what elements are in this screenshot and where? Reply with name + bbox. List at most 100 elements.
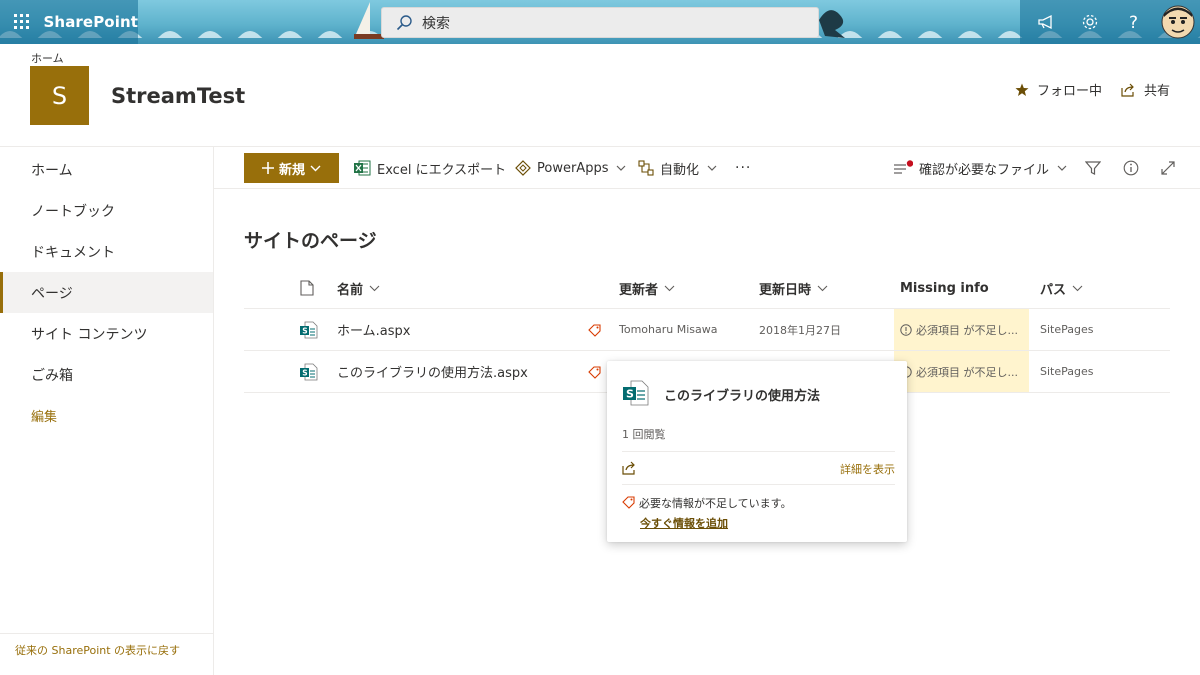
hover-card-details-link[interactable]: 詳細を表示 (840, 461, 895, 477)
filter-button[interactable] (1085, 147, 1107, 189)
column-header-name-label: 名前 (337, 282, 364, 298)
hover-card-view-count: 1 回閲覧 (622, 428, 666, 441)
add-info-now-link[interactable]: 今すぐ情報を追加 (640, 515, 728, 531)
automate-button[interactable]: 自動化 (638, 147, 717, 189)
nav-edit-link[interactable]: 編集 (0, 395, 213, 436)
column-header-path-label: パス (1040, 282, 1067, 298)
sitepage-file-icon: S (623, 380, 649, 406)
missing-info-cell[interactable]: 必須項目 が不足し... (894, 309, 1029, 350)
hover-card-divider (622, 484, 895, 485)
hover-card-divider (622, 451, 895, 452)
waffle-icon (13, 14, 29, 29)
nav-item-notebook[interactable]: ノートブック (0, 190, 213, 231)
column-header-modified[interactable]: 更新日時 (759, 268, 828, 308)
nav-edit-label: 編集 (31, 410, 58, 425)
fullscreen-button[interactable] (1160, 147, 1182, 189)
library-heading: サイトのページ (244, 230, 377, 252)
modified-by-cell[interactable]: Tomoharu Misawa (619, 309, 717, 350)
missing-info-text: 必須項目 が不足し... (916, 365, 1018, 379)
svg-text:?: ? (1129, 13, 1138, 31)
file-type-cell: S (300, 351, 318, 392)
excel-icon (354, 160, 371, 176)
nav-item-label: サイト コンテンツ (31, 326, 148, 343)
site-title[interactable]: StreamTest (111, 84, 245, 108)
megaphone-icon (1038, 14, 1052, 30)
document-icon (300, 280, 314, 296)
share-button[interactable]: 共有 (1121, 80, 1170, 99)
tag-warning-icon (622, 496, 635, 509)
app-launcher-button[interactable] (0, 0, 44, 44)
view-options-icon (894, 160, 913, 174)
follow-button[interactable]: フォロー中 (1015, 80, 1102, 99)
nav-item-home[interactable]: ホーム (0, 149, 213, 190)
sharepoint-brand-link[interactable]: SharePoint (44, 13, 138, 31)
avatar-face-icon (1161, 5, 1195, 39)
path-cell: SitePages (1040, 323, 1094, 336)
star-filled-icon (1015, 83, 1029, 96)
missing-info-indicator[interactable] (588, 309, 602, 350)
breadcrumb-home[interactable]: ホーム (31, 50, 64, 66)
share-icon (1121, 83, 1134, 97)
powerapps-button[interactable]: PowerApps (515, 147, 626, 189)
path-cell: SitePages (1040, 365, 1094, 378)
svg-text:S: S (302, 368, 307, 377)
search-box[interactable]: 検索 (381, 7, 819, 38)
more-commands-button[interactable]: ··· (735, 147, 751, 189)
flow-icon (638, 160, 654, 176)
account-avatar[interactable] (1156, 0, 1200, 44)
file-hover-card: S このライブラリの使用方法 1 回閲覧 詳細を表示 必要な情報が不足しています… (607, 361, 907, 542)
suite-actions: ? (1020, 0, 1200, 44)
modified-date-cell: 2018年1月27日 (759, 323, 841, 337)
table-row[interactable]: S ホーム.aspx Tomoharu Misawa 2018年1月27日 必須… (244, 309, 1170, 351)
site-logo[interactable]: S (30, 66, 89, 125)
share-icon[interactable] (622, 461, 637, 475)
powerapps-icon (515, 160, 531, 176)
column-header-name[interactable]: 名前 (337, 268, 380, 308)
view-selector-label: 確認が必要なファイル (919, 162, 1050, 178)
new-button[interactable]: 新規 (244, 153, 339, 183)
chevron-down-icon (310, 165, 321, 171)
column-header-missing-info-label: Missing info (900, 280, 989, 296)
nav-divider (0, 633, 213, 634)
view-selector[interactable]: 確認が必要なファイル (893, 147, 1067, 189)
help-icon: ? (1129, 13, 1138, 31)
follow-label: フォロー中 (1037, 84, 1103, 99)
export-excel-button[interactable]: Excel にエクスポート (354, 147, 506, 189)
missing-info-indicator[interactable] (588, 351, 602, 392)
column-header-missing-info[interactable]: Missing info (900, 268, 989, 308)
hover-card-missing-message: 必要な情報が不足しています。 (639, 497, 792, 510)
share-label: 共有 (1144, 84, 1171, 99)
sitepage-file-icon: S (300, 321, 318, 338)
classic-view-link[interactable]: 従来の SharePoint の表示に戻す (15, 642, 180, 658)
sitepage-file-icon: S (300, 363, 318, 380)
feedback-button[interactable] (1024, 0, 1068, 44)
help-button[interactable]: ? (1112, 0, 1156, 44)
info-icon (1123, 160, 1139, 176)
chevron-down-icon (817, 285, 828, 291)
nav-item-label: ノートブック (31, 203, 115, 220)
settings-button[interactable] (1068, 0, 1112, 44)
chevron-down-icon (369, 285, 380, 291)
column-header-modified-label: 更新日時 (759, 282, 812, 298)
column-header-file-type[interactable] (300, 268, 314, 308)
nav-item-pages[interactable]: ページ (0, 272, 213, 313)
nav-item-recycle-bin[interactable]: ごみ箱 (0, 354, 213, 395)
column-header-path[interactable]: パス (1040, 268, 1083, 308)
chevron-down-icon (617, 165, 626, 171)
chevron-down-icon (664, 285, 675, 291)
info-pane-button[interactable] (1123, 147, 1145, 189)
missing-info-cell[interactable]: 必須項目 が不足し... (894, 351, 1029, 392)
nav-item-site-contents[interactable]: サイト コンテンツ (0, 313, 213, 354)
nav-item-documents[interactable]: ドキュメント (0, 231, 213, 272)
tag-warning-icon (588, 323, 601, 337)
svg-text:S: S (302, 326, 307, 335)
file-name-link[interactable]: このライブラリの使用方法.aspx (337, 351, 528, 392)
column-header-modified-by[interactable]: 更新者 (619, 268, 675, 308)
file-name-link[interactable]: ホーム.aspx (337, 309, 410, 350)
gear-icon (1082, 14, 1098, 30)
command-bar: 新規 Excel にエクスポート PowerApps 自動化 ··· 確認が必要… (214, 147, 1200, 189)
chevron-down-icon (707, 165, 717, 171)
svg-text:S: S (626, 388, 634, 401)
export-excel-label: Excel にエクスポート (377, 162, 507, 178)
hover-card-title[interactable]: このライブラリの使用方法 (664, 385, 820, 404)
